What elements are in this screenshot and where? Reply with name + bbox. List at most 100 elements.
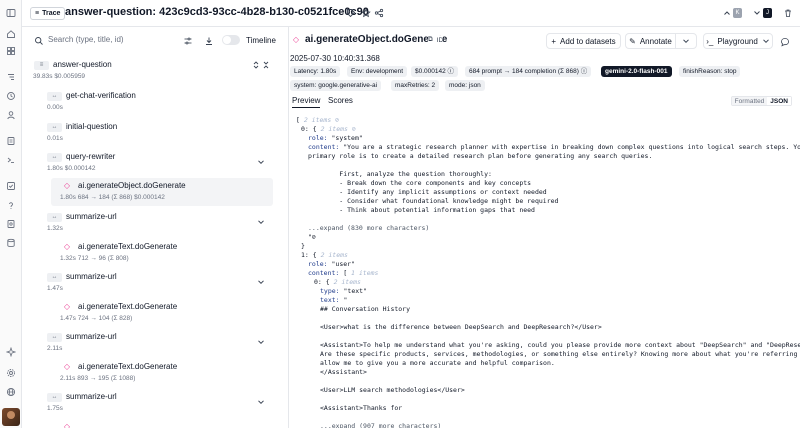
- sidebar-toggle-icon[interactable]: [6, 8, 16, 18]
- help-icon[interactable]: [6, 200, 16, 210]
- mode-tag: mode: json: [445, 80, 485, 91]
- tab-scores[interactable]: Scores: [328, 96, 353, 105]
- span-type-icon: ↔: [47, 123, 62, 132]
- traces-icon[interactable]: [6, 72, 16, 82]
- cost-tag: $0.000142 ⓘ: [411, 66, 459, 77]
- annotate-dropdown[interactable]: [675, 33, 697, 49]
- format-json[interactable]: JSON: [767, 97, 791, 105]
- expand-icon[interactable]: [252, 61, 260, 69]
- chevron-down-icon[interactable]: [257, 218, 265, 226]
- json-line: role: "user": [308, 260, 355, 268]
- node-name: ai.generateText.doGenerate: [78, 302, 178, 311]
- node-meta: 1.32s 712 → 96 (Σ 808): [60, 255, 129, 262]
- terminal-icon: ›_: [706, 36, 714, 46]
- system-tag: system: google.generative-ai: [290, 80, 382, 91]
- tree-node-span[interactable]: ↔ summarize-url 1.32s: [22, 210, 288, 235]
- filter-settings-icon[interactable]: [183, 36, 193, 46]
- json-line: role: "system": [308, 134, 363, 142]
- json-line: <User>what is the difference between Dee…: [320, 323, 602, 331]
- copy-id-button[interactable]: ⧉ ID: [428, 35, 444, 45]
- copy-id-label: ID: [436, 36, 444, 44]
- tree-node-span[interactable]: ↔ query-rewriter 1.80s $0.000142: [22, 150, 288, 175]
- trace-tree-panel: Search (type, title, id) Timeline ≡ answ…: [22, 27, 289, 428]
- tag-icon[interactable]: [346, 8, 356, 18]
- json-line: ## Conversation History: [320, 305, 411, 313]
- node-meta: 2.11s: [47, 345, 63, 352]
- tree-node-generation[interactable]: ◇ ai.generateText.doGenerate 2.11s 893 →…: [22, 360, 288, 385]
- json-line: Are these specific products, services, m…: [320, 350, 800, 358]
- page-title: answer-question: 423c9cd3-93cc-4b28-b130…: [65, 6, 369, 18]
- annotate-button[interactable]: ✎ Annotate: [625, 33, 675, 49]
- format-toggle: Formatted JSON: [730, 96, 792, 106]
- chevron-down-icon[interactable]: [752, 8, 762, 18]
- tree-node-trace[interactable]: ≡ answer-question 39.83s $0.005959: [22, 58, 288, 82]
- node-meta: 1.75s: [47, 405, 63, 412]
- plus-icon: +: [551, 36, 557, 46]
- add-to-datasets-button[interactable]: + Add to datasets: [546, 33, 621, 49]
- tree-node-generation-selected[interactable]: ◇ ai.generateObject.doGenerate 1.80s 684…: [51, 178, 273, 206]
- generation-icon: ◇: [63, 302, 71, 311]
- tree-node-generation[interactable]: ◇: [22, 420, 288, 428]
- latency-tag: Latency: 1.80s: [290, 66, 341, 77]
- json-line: 0: { 2 items ⊘: [301, 125, 356, 133]
- sessions-icon[interactable]: [6, 91, 16, 101]
- tree-node-span[interactable]: ↔ summarize-url 1.75s: [22, 390, 288, 415]
- dashboard-icon[interactable]: [6, 46, 16, 56]
- playground-icon[interactable]: [6, 155, 16, 165]
- prompts-icon[interactable]: [6, 136, 16, 146]
- collapse-icon[interactable]: [262, 61, 270, 69]
- sparkle-icon[interactable]: [6, 347, 16, 357]
- chevron-up-icon[interactable]: [722, 8, 732, 18]
- datasets-icon[interactable]: [6, 219, 16, 229]
- generation-icon: ◇: [63, 181, 71, 190]
- info-icon: ⓘ: [447, 68, 455, 75]
- home-icon[interactable]: [6, 29, 16, 39]
- playground-button[interactable]: ›_ Playground: [703, 33, 773, 49]
- node-name: summarize-url: [66, 212, 117, 221]
- tree-node-generation[interactable]: ◇ ai.generateText.doGenerate 1.47s 724 →…: [22, 300, 288, 325]
- json-line[interactable]: ...expand (830 more characters): [308, 224, 429, 233]
- chevron-down-icon[interactable]: [257, 158, 265, 166]
- cost-value: $0.000142: [415, 68, 446, 75]
- tree-node-span[interactable]: ↔ summarize-url 1.47s: [22, 270, 288, 295]
- share-icon[interactable]: [374, 8, 384, 18]
- scores-icon[interactable]: [6, 181, 16, 191]
- span-type-icon: ↔: [47, 213, 62, 222]
- tree-node-span[interactable]: ↔ initial-question 0.01s: [22, 120, 288, 145]
- node-name: ai.generateText.doGenerate: [78, 362, 178, 371]
- download-icon[interactable]: [204, 36, 214, 46]
- json-line: "⊘: [308, 233, 316, 241]
- kbd-up: K: [733, 8, 742, 18]
- observation-detail: ◇ ai.generateObject.doGenerate ⧉ ID + Add …: [290, 27, 800, 428]
- timeline-toggle[interactable]: [222, 35, 240, 45]
- tree-node-generation[interactable]: ◇ ai.generateText.doGenerate 1.32s 712 →…: [22, 240, 288, 265]
- max-retries-tag: maxRetries: 2: [391, 80, 440, 91]
- settings-gear-icon[interactable]: [6, 368, 16, 378]
- model-tag[interactable]: gemini-2.0-flash-001: [601, 66, 672, 77]
- chevron-down-icon[interactable]: [257, 338, 265, 346]
- format-formatted[interactable]: Formatted: [731, 97, 768, 105]
- users-icon[interactable]: [6, 110, 16, 120]
- chevron-down-icon[interactable]: [257, 278, 265, 286]
- tree-node-span[interactable]: ↔ summarize-url 2.11s: [22, 330, 288, 355]
- trash-icon[interactable]: [783, 8, 793, 18]
- globe-icon[interactable]: [6, 387, 16, 397]
- span-type-icon: ↔: [47, 153, 62, 162]
- trace-badge: ≡ Trace: [30, 7, 66, 20]
- json-line: </Assistant>: [320, 368, 367, 376]
- avatar[interactable]: [2, 408, 20, 426]
- header-bar: ≡ Trace answer-question: 423c9cd3-93cc-4…: [22, 0, 800, 27]
- chevron-down-icon[interactable]: [257, 398, 265, 406]
- json-line: text: ": [320, 296, 348, 304]
- search-input[interactable]: Search (type, title, id): [48, 35, 124, 44]
- json-line: 0: { 2 items: [314, 278, 365, 286]
- tab-preview[interactable]: Preview: [292, 96, 321, 108]
- storage-icon[interactable]: [6, 238, 16, 248]
- comment-icon[interactable]: [780, 37, 790, 47]
- star-icon[interactable]: [361, 8, 371, 18]
- json-line: 1: { 2 items: [301, 251, 352, 259]
- json-line: - Think about potential information gaps…: [308, 206, 535, 214]
- tree-node-span[interactable]: ↔ get-chat-verification 0.00s: [22, 89, 288, 114]
- json-line[interactable]: ...expand (907 more characters): [320, 422, 441, 428]
- copy-icon: ⧉: [428, 36, 433, 43]
